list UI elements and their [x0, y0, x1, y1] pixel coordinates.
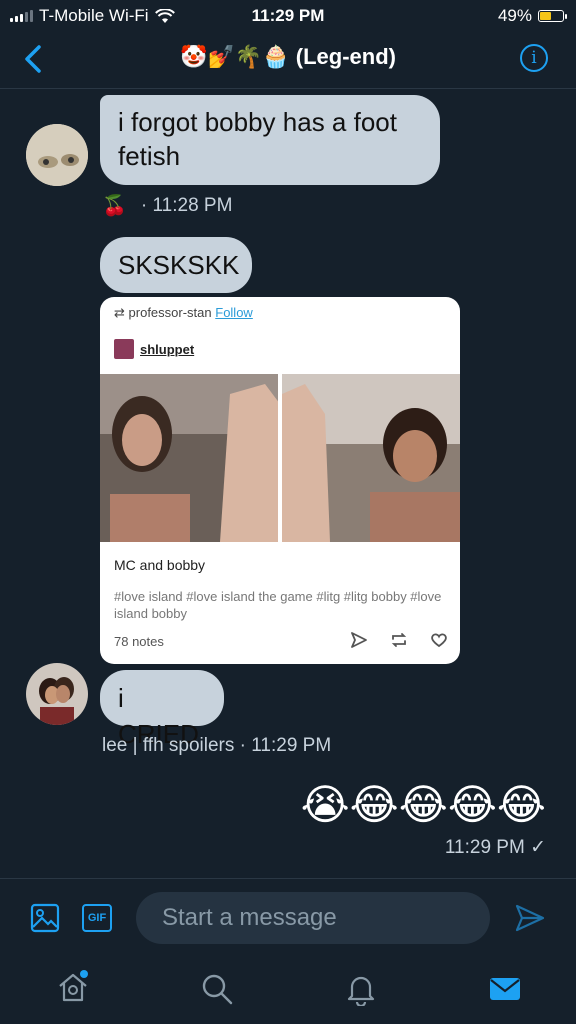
bell-icon: [347, 976, 375, 1008]
conversation-header: 🤡💅🌴🧁 (Leg-end) i: [0, 30, 576, 89]
status-bar: T-Mobile Wi-Fi 11:29 PM 49%: [0, 0, 576, 30]
clock: 11:29 PM: [251, 6, 325, 25]
message-time: 11:29 PM ✓: [444, 837, 546, 858]
message-bubble[interactable]: SKSKSKK: [100, 237, 252, 293]
tab-notifications[interactable]: [344, 972, 378, 1008]
image-icon[interactable]: [30, 903, 60, 933]
shared-post-card[interactable]: ⇄ professor-stan Follow shluppet MC and …: [100, 297, 460, 664]
tab-home[interactable]: [56, 970, 90, 1004]
notes-count[interactable]: 78 notes: [114, 634, 164, 649]
reblog-line: ⇄ professor-stan Follow: [114, 305, 253, 321]
conversation-title[interactable]: 🤡💅🌴🧁 (Leg-end): [0, 44, 576, 70]
battery-status: 49%: [497, 6, 567, 26]
message-bubble[interactable]: i forgot bobby has a foot fetish: [100, 95, 440, 185]
post-photo[interactable]: [100, 374, 460, 542]
post-tags[interactable]: #love island #love island the game #litg…: [114, 588, 444, 622]
info-icon[interactable]: i: [520, 44, 548, 72]
author-avatar: [114, 339, 134, 359]
tab-messages[interactable]: [488, 974, 522, 1004]
send-icon[interactable]: [514, 903, 546, 933]
title-emoji: 🤡💅🌴🧁: [180, 44, 290, 69]
cherry-reaction-icon[interactable]: 🍒: [102, 193, 127, 218]
home-icon: [59, 970, 88, 1002]
battery-icon: [538, 10, 567, 22]
mail-icon: [490, 978, 520, 1000]
tab-bar: [0, 958, 576, 1024]
heart-icon[interactable]: [430, 631, 448, 649]
reblog-source: professor-stan: [128, 305, 212, 320]
avatar[interactable]: [26, 124, 88, 186]
emoji-message[interactable]: 😭😂😂😂😂: [301, 780, 546, 830]
avatar[interactable]: [26, 663, 88, 725]
sender-and-time: lee | ffh spoilers · 11:29 PM: [102, 735, 332, 756]
author-name: shluppet: [140, 341, 195, 357]
tab-search[interactable]: [200, 972, 234, 1006]
message-time: · 11:28 PM: [140, 194, 233, 216]
reblog-icon[interactable]: [390, 631, 408, 649]
message-text: SKSKSKK: [118, 250, 240, 280]
avatar-image: [26, 124, 88, 186]
post-caption: MC and bobby: [114, 557, 206, 573]
reblog-icon: ⇄: [114, 305, 125, 320]
title-text: (Leg-end): [295, 44, 396, 69]
message-meta: 🍒 · 11:28 PM: [102, 193, 232, 218]
message-bubble[interactable]: i CRIED: [100, 670, 224, 749]
post-actions: [350, 631, 448, 649]
avatar-image: [26, 663, 88, 725]
message-text: i forgot bobby has a foot fetish: [118, 107, 397, 171]
gif-icon[interactable]: GIF: [82, 904, 112, 932]
battery-percent: 49%: [497, 6, 532, 25]
search-icon: [202, 974, 233, 1005]
post-author[interactable]: shluppet: [114, 339, 194, 359]
share-icon[interactable]: [350, 631, 368, 649]
message-composer: GIF Start a message: [0, 878, 576, 959]
follow-link[interactable]: Follow: [215, 305, 253, 320]
message-input[interactable]: Start a message: [136, 892, 490, 944]
